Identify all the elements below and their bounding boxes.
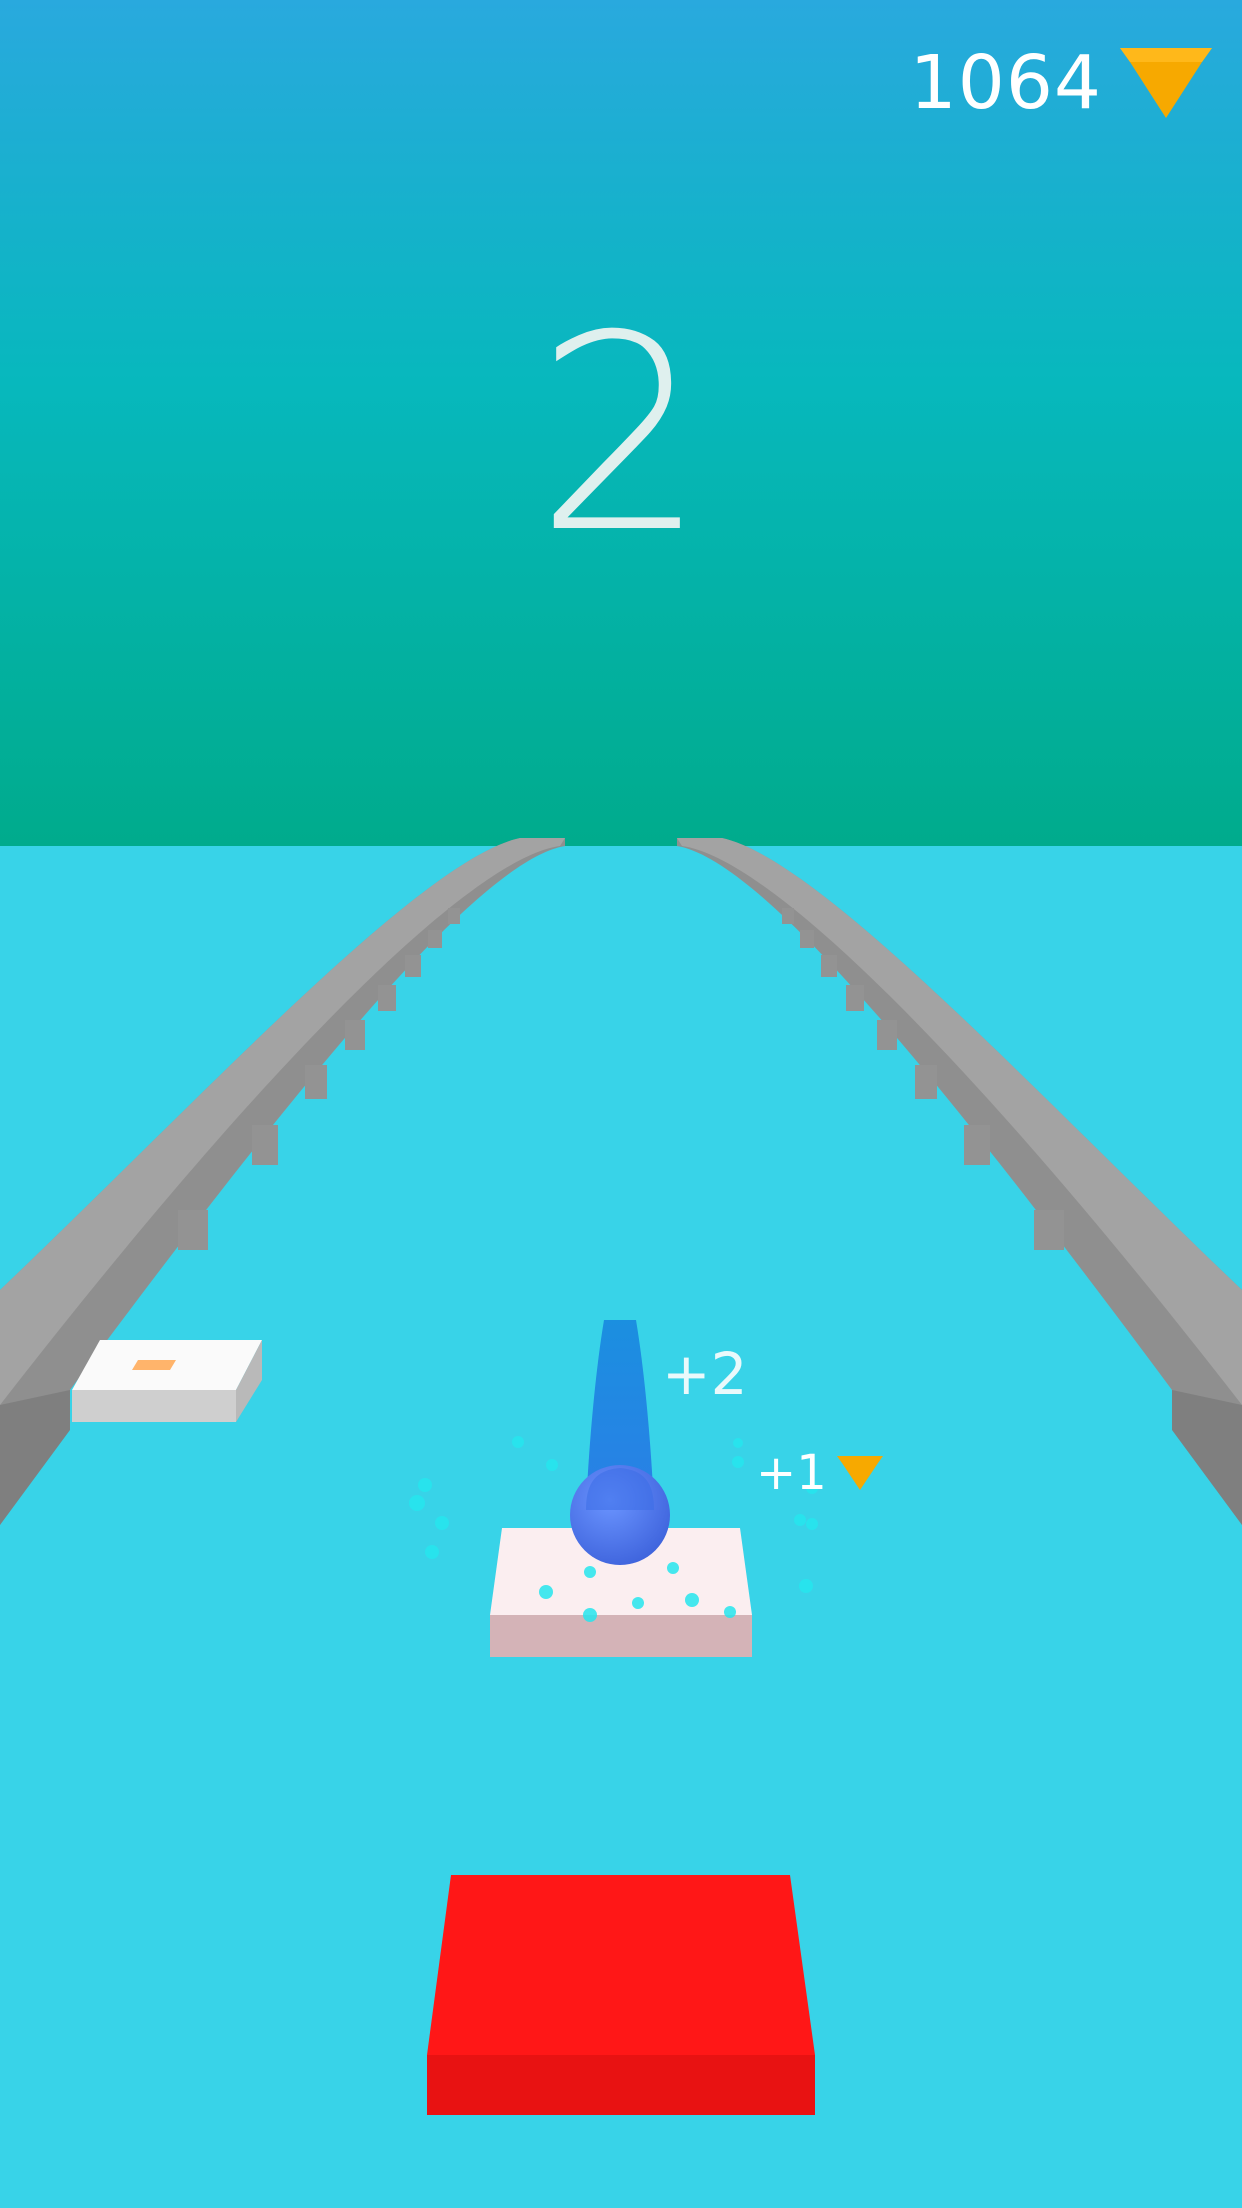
gem-counter: 1064 (910, 40, 1212, 126)
diamond-icon (1120, 48, 1212, 118)
score-bonus-popup: +2 (662, 1340, 748, 1408)
red-hazard-tile (427, 1875, 815, 2115)
score-counter: 2 (535, 277, 707, 592)
gem-marker (132, 1360, 176, 1370)
gem-bonus-text: +1 (756, 1445, 827, 1501)
gem-bonus-popup: +1 (756, 1445, 883, 1501)
gem-count: 1064 (909, 40, 1102, 126)
side-tile (72, 1340, 262, 1422)
diamond-icon (836, 1456, 883, 1490)
